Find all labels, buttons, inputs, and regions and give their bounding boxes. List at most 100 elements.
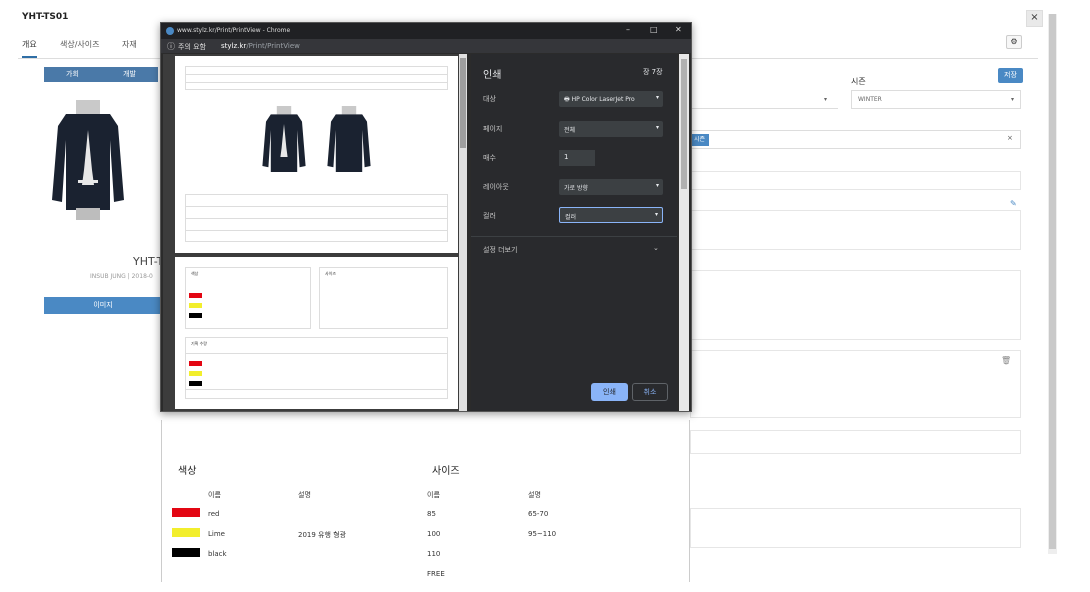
chevron-down-icon: ▾: [824, 96, 828, 103]
tag-chip[interactable]: 시즌: [690, 134, 710, 146]
chevron-down-icon: ▾: [1011, 96, 1015, 103]
chrome-icon: [166, 27, 174, 35]
layout-label: 레이아웃: [483, 183, 509, 191]
chevron-down-icon: ▾: [655, 124, 659, 131]
preview-scrollbar-thumb[interactable]: [460, 58, 466, 148]
document-title: YHT-TS01: [22, 12, 69, 22]
size-heading: 사이즈: [325, 271, 337, 276]
garment-image: [52, 100, 124, 220]
cancel-button[interactable]: 취소: [632, 383, 668, 401]
pages-label: 페이지: [483, 125, 503, 133]
season-select[interactable]: WINTER: [851, 90, 1021, 109]
garment-front-thumbnail: [262, 106, 306, 172]
size-heading: 사이즈: [432, 466, 460, 477]
print-preview-page: 색상 사이즈 이름 설명 이름 설명 red Lime 2019 유행 형광 b…: [161, 420, 690, 582]
print-button[interactable]: 인쇄: [591, 383, 628, 401]
pages-select[interactable]: 전체 ▾: [559, 121, 663, 137]
color-swatch: [189, 293, 202, 298]
memo-textarea[interactable]: [690, 210, 1021, 250]
security-warning: 주의 요함: [178, 43, 206, 51]
color-swatch: [172, 508, 200, 517]
color-swatch: [189, 371, 202, 376]
divider: [185, 74, 448, 75]
gear-icon[interactable]: ⚙: [1006, 35, 1022, 49]
color-swatch: [189, 381, 202, 386]
url-host: stylz.kr: [221, 42, 247, 50]
color-swatch: [172, 528, 200, 537]
color-desc: 2019 유행 형광: [298, 531, 347, 539]
divider: [185, 389, 448, 390]
image-button[interactable]: 이미지: [44, 297, 162, 314]
minimize-icon[interactable]: –: [626, 25, 630, 34]
tag-field[interactable]: [690, 130, 1021, 149]
preview-sheet-1: [175, 56, 458, 253]
color-heading: 색상: [178, 466, 197, 477]
trash-icon[interactable]: 🗑: [1001, 356, 1011, 365]
divider: [471, 236, 677, 237]
close-button[interactable]: ×: [1026, 10, 1043, 27]
color-value: 컬러: [565, 214, 577, 221]
tab-materials[interactable]: 자재: [122, 39, 137, 56]
color-desc-header: 설명: [298, 491, 311, 499]
size-desc: 65-70: [528, 510, 549, 518]
text-field[interactable]: [690, 171, 1021, 190]
tab-overview[interactable]: 개요: [22, 39, 37, 58]
color-select[interactable]: 컬러 ▾: [559, 207, 663, 223]
chevron-down-icon: ▾: [654, 211, 658, 218]
garment-back-thumbnail: [327, 106, 371, 172]
color-swatch: [189, 313, 202, 318]
window-titlebar[interactable]: www.stylz.kr/Print/PrintView - Chrome – …: [161, 23, 691, 39]
divider: [185, 218, 448, 219]
size-desc: 95~110: [528, 530, 557, 538]
season-label: 시즌: [851, 77, 866, 86]
size-name: 110: [427, 550, 441, 558]
divider: [185, 82, 448, 83]
info-icon[interactable]: ⓘ: [167, 41, 175, 52]
pencil-icon[interactable]: ✎: [1010, 199, 1018, 208]
copies-label: 매수: [483, 154, 496, 162]
color-name: red: [208, 510, 220, 518]
color-heading: 색상: [191, 271, 199, 276]
maximize-icon[interactable]: □: [650, 25, 658, 34]
url-path: /Print/PrintView: [246, 42, 300, 50]
development-button[interactable]: 개발: [101, 67, 158, 82]
tab-color-size[interactable]: 색상/사이즈: [60, 39, 100, 56]
chevron-down-icon: ▾: [655, 94, 659, 101]
layout-value: 가로 방향: [564, 185, 588, 192]
layout-select[interactable]: 가로 방향 ▾: [559, 179, 663, 195]
printer-icon: 🖶: [564, 96, 572, 103]
info-panel: [690, 270, 1021, 340]
size-name: FREE: [427, 570, 445, 578]
chevron-down-icon[interactable]: ⌄: [653, 244, 659, 252]
plan-quantity-heading: 기획 수량: [191, 341, 207, 346]
address-bar[interactable]: ⓘ 주의 요함 stylz.kr/Print/PrintView: [161, 39, 691, 53]
clear-icon[interactable]: ×: [1007, 134, 1013, 142]
planning-button[interactable]: 가회: [44, 67, 101, 82]
category-select[interactable]: [690, 90, 838, 109]
pages-value: 전체: [564, 127, 576, 134]
print-title: 인쇄: [483, 70, 502, 81]
scrollbar-thumb[interactable]: [1049, 14, 1056, 549]
size-name-header: 이름: [427, 491, 440, 499]
preview-sheet-2: 색상 사이즈 기획 수량: [175, 257, 458, 409]
color-table: [185, 267, 311, 329]
attachment-panel: [690, 350, 1021, 418]
chevron-down-icon: ▾: [655, 182, 659, 189]
info-table: [185, 66, 448, 90]
print-settings-pane: 인쇄 장 7장 대상 🖶 HP Color LaserJet Pro ▾ 페이지 …: [471, 54, 677, 411]
url-text[interactable]: stylz.kr/Print/PrintView: [221, 42, 300, 50]
designer-info: INSUB JUNG | 2018-0: [90, 273, 153, 280]
style-code: YHT-T: [133, 255, 164, 268]
copies-input[interactable]: 1: [559, 150, 595, 166]
close-icon[interactable]: ✕: [675, 25, 682, 34]
window-title: www.stylz.kr/Print/PrintView - Chrome: [177, 27, 291, 34]
divider: [185, 353, 448, 354]
destination-select[interactable]: 🖶 HP Color LaserJet Pro ▾: [559, 91, 663, 107]
size-name: 100: [427, 530, 441, 538]
save-button[interactable]: 저장: [998, 68, 1023, 83]
divider: [185, 206, 448, 207]
color-name-header: 이름: [208, 491, 221, 499]
divider: [185, 230, 448, 231]
more-settings[interactable]: 설정 더보기: [483, 245, 517, 255]
settings-scrollbar-thumb[interactable]: [681, 59, 687, 189]
